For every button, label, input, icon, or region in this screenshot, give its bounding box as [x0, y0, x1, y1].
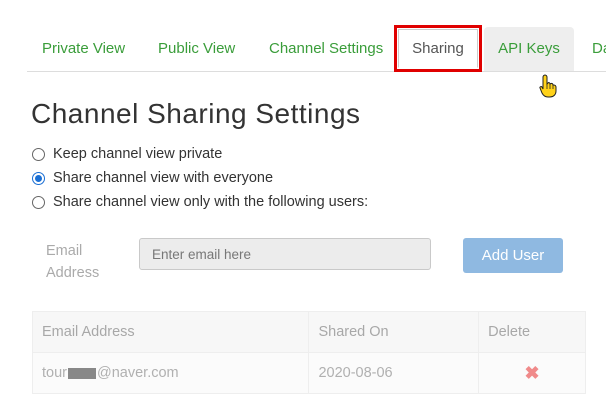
page-title: Channel Sharing Settings — [31, 98, 361, 129]
header-email-address: Email Address — [31, 311, 310, 353]
add-user-button[interactable]: Add User — [463, 238, 563, 273]
redaction-block — [68, 367, 96, 379]
radio-share-everyone[interactable] — [32, 171, 45, 185]
email-input[interactable] — [139, 238, 431, 270]
email-label-line1: Email — [46, 243, 83, 259]
cell-email: tour @naver.com — [31, 352, 310, 394]
cell-shared-on: 2020-08-06 — [308, 352, 480, 394]
tab-public-view[interactable]: Public View — [158, 27, 235, 71]
option-label: Share channel view only with the followi… — [53, 194, 369, 210]
option-keep-private[interactable]: Keep channel view private — [32, 144, 222, 164]
channel-tabs: Private View Public View Channel Setting… — [27, 25, 606, 72]
header-delete: Delete — [478, 311, 586, 353]
email-suffix: @naver.com — [97, 365, 179, 381]
radio-share-following-users[interactable] — [32, 195, 45, 209]
email-prefix: tour — [42, 365, 67, 381]
shared-users-table: Email Address Shared On Delete tour @nave… — [31, 311, 586, 394]
delete-icon[interactable]: ✖ — [525, 363, 540, 383]
email-address-label: Email Address — [46, 240, 116, 284]
email-label-line2: Address — [46, 265, 100, 281]
header-shared-on: Shared On — [308, 311, 480, 353]
tab-api-keys[interactable]: API Keys — [484, 27, 574, 71]
table-row: tour @naver.com 2020-08-06 ✖ — [31, 352, 586, 394]
tab-sharing[interactable]: Sharing — [394, 25, 482, 72]
radio-keep-private[interactable] — [32, 147, 45, 161]
option-share-everyone[interactable]: Share channel view with everyone — [32, 168, 273, 188]
table-header-row: Email Address Shared On Delete — [31, 311, 586, 353]
option-label: Keep channel view private — [53, 146, 223, 162]
option-share-following-users[interactable]: Share channel view only with the followi… — [32, 192, 368, 212]
option-label: Share channel view with everyone — [53, 170, 274, 186]
tab-channel-settings[interactable]: Channel Settings — [269, 27, 383, 71]
cell-delete: ✖ — [478, 352, 586, 394]
tab-private-view[interactable]: Private View — [42, 27, 125, 71]
hand-pointer-icon — [539, 74, 557, 98]
tab-data[interactable]: Da — [592, 27, 606, 71]
